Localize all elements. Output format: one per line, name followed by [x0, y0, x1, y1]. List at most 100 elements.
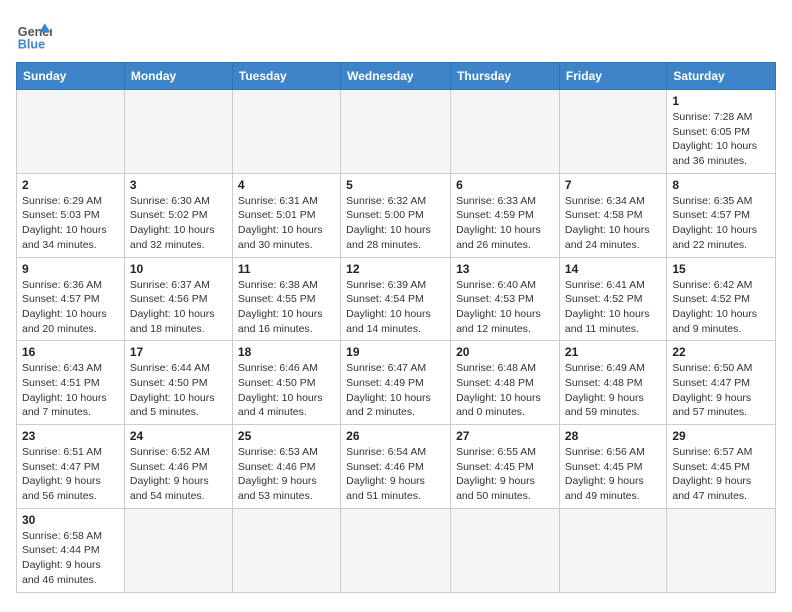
day-number: 17 — [130, 345, 227, 359]
day-info: Sunrise: 6:42 AM Sunset: 4:52 PM Dayligh… — [672, 278, 770, 337]
day-number: 5 — [346, 178, 445, 192]
day-cell — [124, 90, 232, 174]
day-cell: 6 Sunrise: 6:33 AM Sunset: 4:59 PM Daylig… — [451, 173, 560, 257]
day-cell: 5Sunrise: 6:32 AM Sunset: 5:00 PM Daylig… — [341, 173, 451, 257]
day-cell: 27 Sunrise: 6:55 AM Sunset: 4:45 PM Dayli… — [451, 425, 560, 509]
day-cell: 16Sunrise: 6:43 AM Sunset: 4:51 PM Dayli… — [17, 341, 125, 425]
day-number: 6 — [456, 178, 554, 192]
col-header-monday: Monday — [124, 63, 232, 90]
page-header: General Blue — [16, 16, 776, 52]
day-number: 24 — [130, 429, 227, 443]
day-cell — [341, 508, 451, 592]
day-info: Sunrise: 6:56 AM Sunset: 4:45 PM Dayligh… — [565, 445, 661, 504]
day-cell: 12 Sunrise: 6:39 AM Sunset: 4:54 PM Dayli… — [341, 257, 451, 341]
day-number: 3 — [130, 178, 227, 192]
week-row-4: 23Sunrise: 6:51 AM Sunset: 4:47 PM Dayli… — [17, 425, 776, 509]
day-number: 19 — [346, 345, 445, 359]
day-cell — [232, 90, 340, 174]
day-number: 26 — [346, 429, 445, 443]
day-number: 18 — [238, 345, 335, 359]
day-cell: 14Sunrise: 6:41 AM Sunset: 4:52 PM Dayli… — [559, 257, 666, 341]
day-cell: 23Sunrise: 6:51 AM Sunset: 4:47 PM Dayli… — [17, 425, 125, 509]
col-header-friday: Friday — [559, 63, 666, 90]
day-info: Sunrise: 6:39 AM Sunset: 4:54 PM Dayligh… — [346, 278, 445, 337]
day-info: Sunrise: 6:36 AM Sunset: 4:57 PM Dayligh… — [22, 278, 119, 337]
day-info: Sunrise: 6:54 AM Sunset: 4:46 PM Dayligh… — [346, 445, 445, 504]
day-cell: 3 Sunrise: 6:30 AM Sunset: 5:02 PM Daylig… — [124, 173, 232, 257]
day-number: 10 — [130, 262, 227, 276]
col-header-thursday: Thursday — [451, 63, 560, 90]
col-header-sunday: Sunday — [17, 63, 125, 90]
day-info: Sunrise: 6:52 AM Sunset: 4:46 PM Dayligh… — [130, 445, 227, 504]
day-info: Sunrise: 6:34 AM Sunset: 4:58 PM Dayligh… — [565, 194, 661, 253]
day-cell: 2Sunrise: 6:29 AM Sunset: 5:03 PM Daylig… — [17, 173, 125, 257]
day-number: 7 — [565, 178, 661, 192]
day-cell — [17, 90, 125, 174]
logo-icon: General Blue — [16, 16, 52, 52]
day-number: 20 — [456, 345, 554, 359]
day-cell — [232, 508, 340, 592]
day-info: Sunrise: 6:31 AM Sunset: 5:01 PM Dayligh… — [238, 194, 335, 253]
day-info: Sunrise: 6:38 AM Sunset: 4:55 PM Dayligh… — [238, 278, 335, 337]
day-number: 15 — [672, 262, 770, 276]
day-number: 25 — [238, 429, 335, 443]
day-info: Sunrise: 6:58 AM Sunset: 4:44 PM Dayligh… — [22, 529, 119, 588]
day-cell — [667, 508, 776, 592]
day-number: 9 — [22, 262, 119, 276]
day-number: 29 — [672, 429, 770, 443]
col-header-wednesday: Wednesday — [341, 63, 451, 90]
day-info: Sunrise: 6:48 AM Sunset: 4:48 PM Dayligh… — [456, 361, 554, 420]
day-cell: 13Sunrise: 6:40 AM Sunset: 4:53 PM Dayli… — [451, 257, 560, 341]
day-cell — [124, 508, 232, 592]
day-info: Sunrise: 6:44 AM Sunset: 4:50 PM Dayligh… — [130, 361, 227, 420]
day-cell: 19 Sunrise: 6:47 AM Sunset: 4:49 PM Dayli… — [341, 341, 451, 425]
day-cell: 15 Sunrise: 6:42 AM Sunset: 4:52 PM Dayli… — [667, 257, 776, 341]
day-number: 27 — [456, 429, 554, 443]
day-cell: 28Sunrise: 6:56 AM Sunset: 4:45 PM Dayli… — [559, 425, 666, 509]
day-cell — [559, 508, 666, 592]
calendar-header-row: SundayMondayTuesdayWednesdayThursdayFrid… — [17, 63, 776, 90]
day-number: 12 — [346, 262, 445, 276]
day-info: Sunrise: 6:46 AM Sunset: 4:50 PM Dayligh… — [238, 361, 335, 420]
day-cell: 22Sunrise: 6:50 AM Sunset: 4:47 PM Dayli… — [667, 341, 776, 425]
day-cell: 20 Sunrise: 6:48 AM Sunset: 4:48 PM Dayli… — [451, 341, 560, 425]
day-number: 23 — [22, 429, 119, 443]
day-cell: 18 Sunrise: 6:46 AM Sunset: 4:50 PM Dayli… — [232, 341, 340, 425]
day-info: Sunrise: 6:57 AM Sunset: 4:45 PM Dayligh… — [672, 445, 770, 504]
day-cell: 1 Sunrise: 7:28 AM Sunset: 6:05 PM Daylig… — [667, 90, 776, 174]
svg-text:Blue: Blue — [18, 37, 45, 51]
day-cell: 29 Sunrise: 6:57 AM Sunset: 4:45 PM Dayli… — [667, 425, 776, 509]
day-info: Sunrise: 6:33 AM Sunset: 4:59 PM Dayligh… — [456, 194, 554, 253]
day-cell: 21 Sunrise: 6:49 AM Sunset: 4:48 PM Dayli… — [559, 341, 666, 425]
day-info: Sunrise: 6:41 AM Sunset: 4:52 PM Dayligh… — [565, 278, 661, 337]
col-header-saturday: Saturday — [667, 63, 776, 90]
day-cell: 30 Sunrise: 6:58 AM Sunset: 4:44 PM Dayli… — [17, 508, 125, 592]
day-cell: 26 Sunrise: 6:54 AM Sunset: 4:46 PM Dayli… — [341, 425, 451, 509]
day-info: Sunrise: 6:35 AM Sunset: 4:57 PM Dayligh… — [672, 194, 770, 253]
day-info: Sunrise: 6:49 AM Sunset: 4:48 PM Dayligh… — [565, 361, 661, 420]
logo: General Blue — [16, 16, 52, 52]
week-row-1: 2Sunrise: 6:29 AM Sunset: 5:03 PM Daylig… — [17, 173, 776, 257]
day-number: 21 — [565, 345, 661, 359]
day-number: 1 — [672, 94, 770, 108]
day-number: 30 — [22, 513, 119, 527]
day-number: 8 — [672, 178, 770, 192]
day-info: Sunrise: 7:28 AM Sunset: 6:05 PM Dayligh… — [672, 110, 770, 169]
day-info: Sunrise: 6:47 AM Sunset: 4:49 PM Dayligh… — [346, 361, 445, 420]
calendar-table: SundayMondayTuesdayWednesdayThursdayFrid… — [16, 62, 776, 593]
week-row-5: 30 Sunrise: 6:58 AM Sunset: 4:44 PM Dayli… — [17, 508, 776, 592]
day-cell: 9 Sunrise: 6:36 AM Sunset: 4:57 PM Daylig… — [17, 257, 125, 341]
day-cell: 17 Sunrise: 6:44 AM Sunset: 4:50 PM Dayli… — [124, 341, 232, 425]
day-number: 16 — [22, 345, 119, 359]
day-info: Sunrise: 6:29 AM Sunset: 5:03 PM Dayligh… — [22, 194, 119, 253]
day-cell: 25Sunrise: 6:53 AM Sunset: 4:46 PM Dayli… — [232, 425, 340, 509]
day-cell: 24 Sunrise: 6:52 AM Sunset: 4:46 PM Dayli… — [124, 425, 232, 509]
day-number: 11 — [238, 262, 335, 276]
day-info: Sunrise: 6:30 AM Sunset: 5:02 PM Dayligh… — [130, 194, 227, 253]
day-cell: 10Sunrise: 6:37 AM Sunset: 4:56 PM Dayli… — [124, 257, 232, 341]
day-cell — [341, 90, 451, 174]
day-cell — [559, 90, 666, 174]
week-row-2: 9 Sunrise: 6:36 AM Sunset: 4:57 PM Daylig… — [17, 257, 776, 341]
day-info: Sunrise: 6:55 AM Sunset: 4:45 PM Dayligh… — [456, 445, 554, 504]
week-row-3: 16Sunrise: 6:43 AM Sunset: 4:51 PM Dayli… — [17, 341, 776, 425]
